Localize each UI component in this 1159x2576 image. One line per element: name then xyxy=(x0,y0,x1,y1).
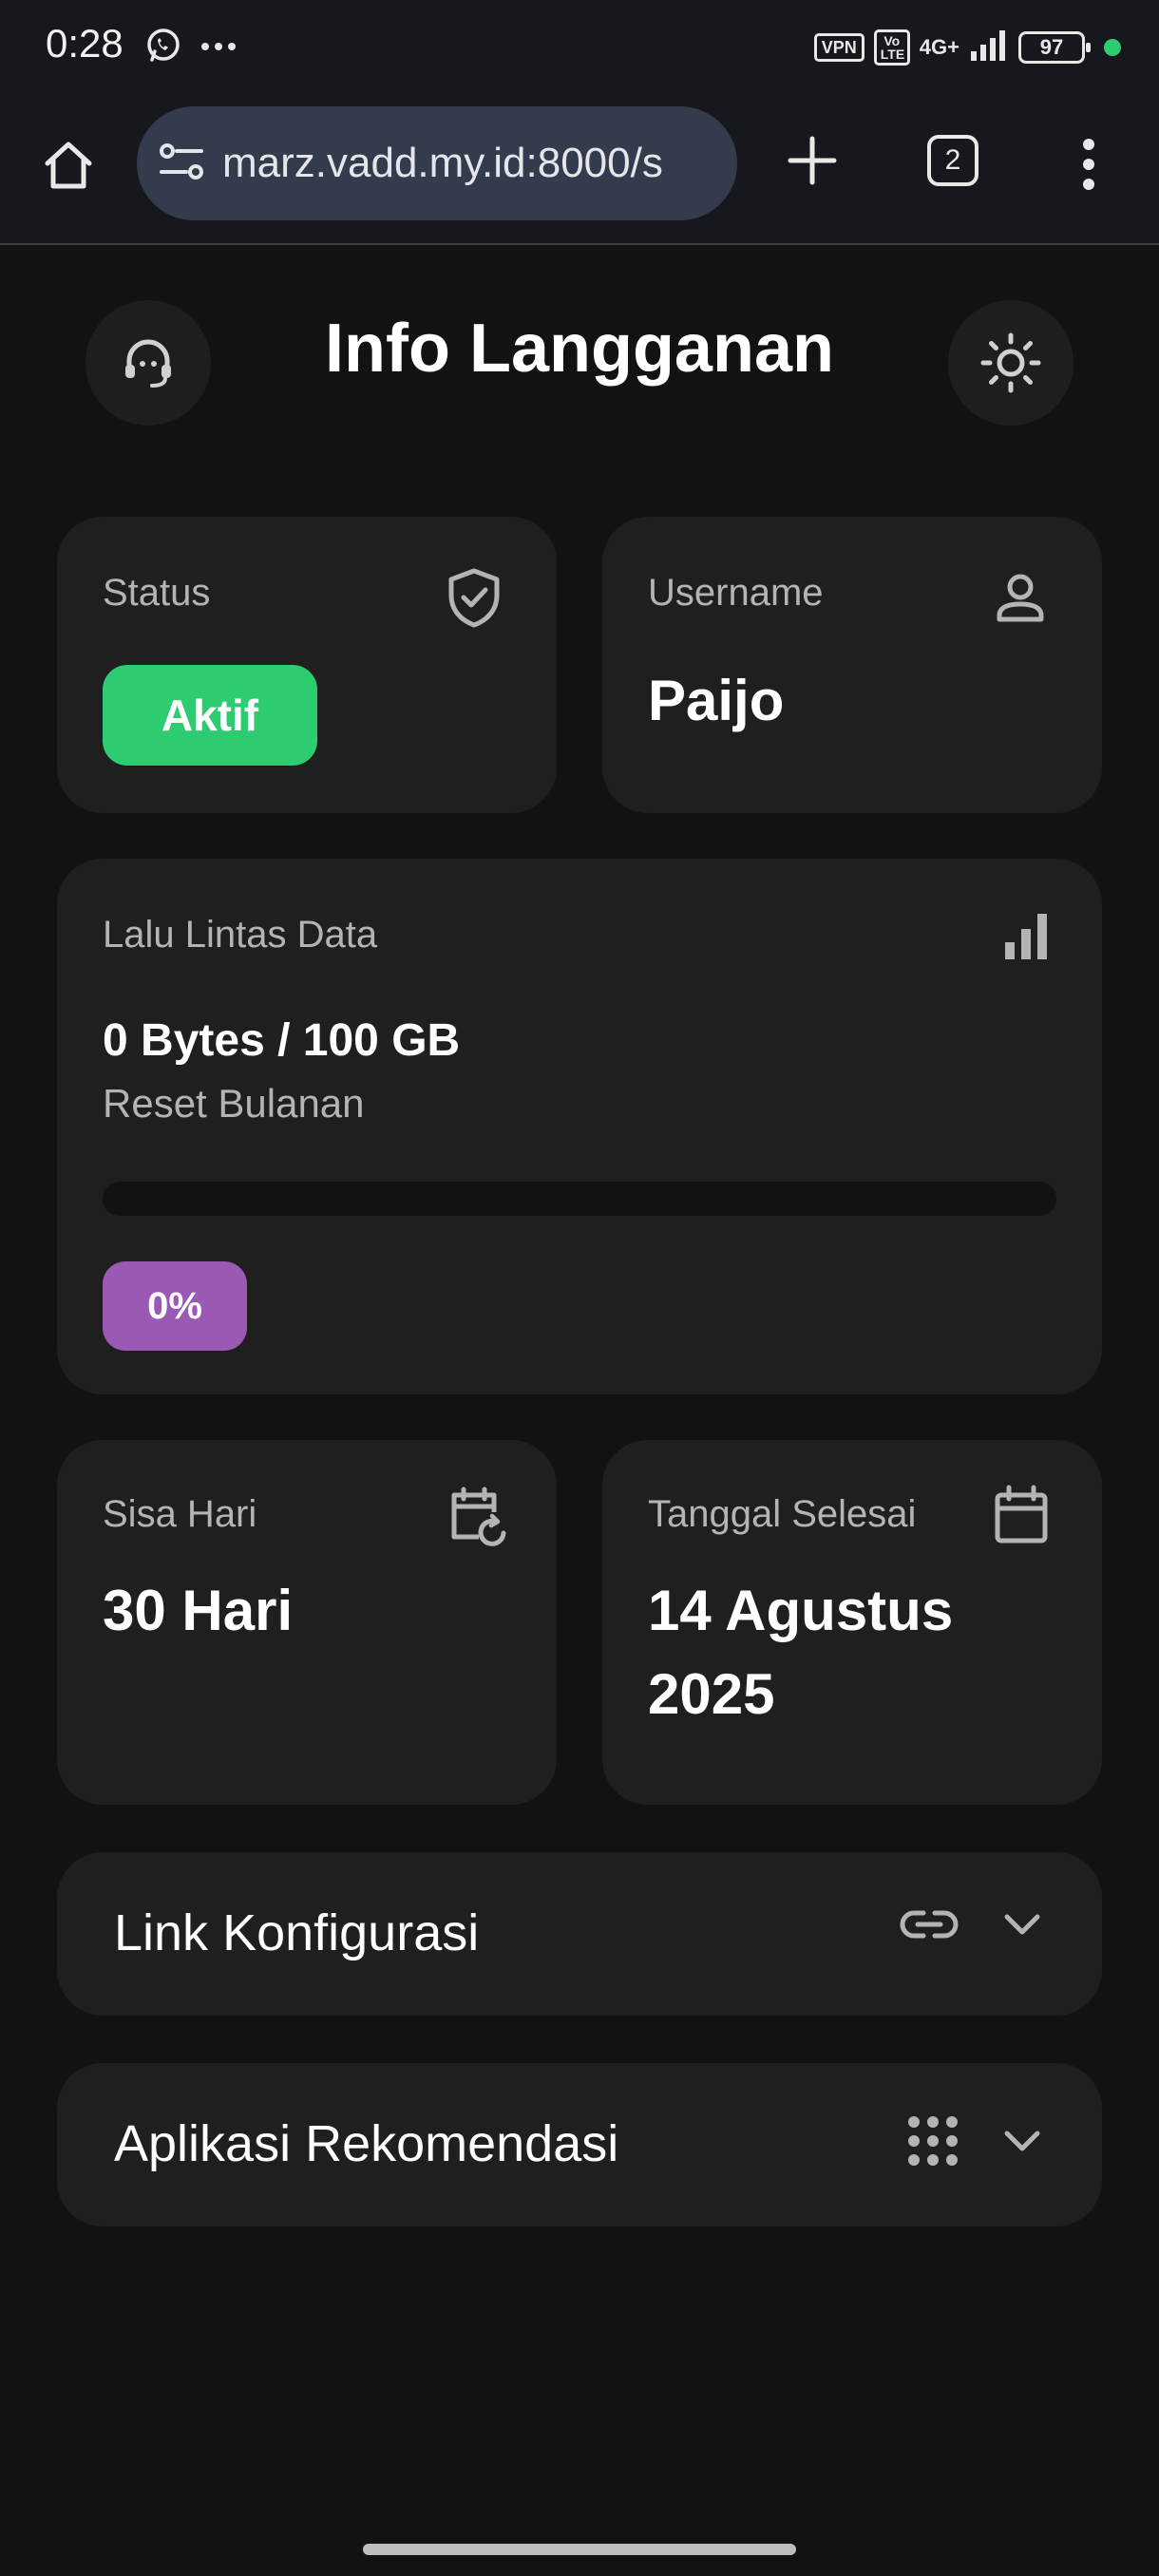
traffic-progress-bar xyxy=(103,1182,1056,1216)
username-label: Username xyxy=(648,572,824,614)
signal-icon xyxy=(969,28,1009,66)
traffic-reset-period: Reset Bulanan xyxy=(103,1081,365,1126)
username-value: Paijo xyxy=(648,669,785,732)
recommended-apps-icons xyxy=(906,2114,1041,2168)
recommended-apps-accordion[interactable]: Aplikasi Rekomendasi xyxy=(57,2063,1102,2226)
system-indicators: VPN Vo LTE 4G+ 97 xyxy=(813,28,1121,66)
user-icon xyxy=(990,566,1051,627)
network-type: 4G+ xyxy=(919,34,960,59)
home-icon xyxy=(45,142,92,189)
traffic-label: Lalu Lintas Data xyxy=(103,914,378,956)
link-icon xyxy=(900,1910,959,1939)
status-label: Status xyxy=(103,572,211,614)
chevron-down-icon[interactable] xyxy=(1003,1911,1041,1938)
bar-chart-icon xyxy=(998,908,1054,965)
address-bar[interactable]: marz.vadd.my.id:8000/s xyxy=(137,106,737,220)
support-agent-icon xyxy=(125,339,171,388)
config-links-accordion[interactable]: Link Konfigurasi xyxy=(57,1852,1102,2016)
gesture-home-indicator[interactable] xyxy=(363,2544,796,2555)
traffic-usage: 0 Bytes / 100 GB xyxy=(103,1015,461,1066)
volte-badge: Vo LTE xyxy=(873,28,910,66)
end-date-value-line2: 2025 xyxy=(648,1662,775,1726)
status-badge: Aktif xyxy=(103,665,317,766)
privacy-indicator-dot xyxy=(1104,38,1121,56)
support-button[interactable] xyxy=(86,300,211,426)
clock-time: 0:28 xyxy=(46,21,124,66)
overflow-menu-icon[interactable] xyxy=(1070,131,1108,198)
shield-check-icon xyxy=(443,566,505,629)
end-date-label: Tanggal Selesai xyxy=(648,1493,917,1535)
config-links-title[interactable]: Link Konfigurasi xyxy=(114,1904,479,1962)
config-links-icons xyxy=(899,1905,1041,1943)
calendar-icon xyxy=(990,1484,1053,1546)
home-button[interactable] xyxy=(34,131,103,199)
end-date-card: Tanggal Selesai 14 Agustus 2025 xyxy=(602,1440,1102,1805)
site-settings-icon[interactable] xyxy=(158,141,205,187)
data-traffic-card: Lalu Lintas Data 0 Bytes / 100 GB Reset … xyxy=(57,859,1102,1394)
theme-toggle-button[interactable] xyxy=(948,300,1074,426)
url-text[interactable]: marz.vadd.my.id:8000/s xyxy=(222,140,663,187)
remaining-days-value: 30 Hari xyxy=(103,1579,294,1642)
system-status-bar: 0:28 VPN Vo LTE 4G+ 97 xyxy=(0,0,1159,99)
chevron-down-icon[interactable] xyxy=(1003,2128,1041,2154)
username-card: Username Paijo xyxy=(602,517,1102,813)
remaining-days-label: Sisa Hari xyxy=(103,1493,257,1535)
browser-toolbar: marz.vadd.my.id:8000/s 2 xyxy=(0,99,1159,245)
battery-indicator: 97 xyxy=(1018,30,1091,64)
remaining-days-card: Sisa Hari 30 Hari xyxy=(57,1440,557,1805)
whatsapp-icon xyxy=(144,27,182,69)
traffic-percent-badge: 0% xyxy=(103,1261,247,1351)
new-tab-button[interactable] xyxy=(779,127,846,194)
vpn-badge: VPN xyxy=(813,32,864,62)
apps-grid-icon xyxy=(908,2116,958,2166)
page-title: Info Langganan xyxy=(325,311,834,387)
status-card: Status Aktif xyxy=(57,517,557,813)
calendar-refresh-icon xyxy=(445,1484,511,1550)
tabs-button[interactable]: 2 xyxy=(927,135,978,186)
recommended-apps-title[interactable]: Aplikasi Rekomendasi xyxy=(114,2114,618,2173)
new-tab-icon xyxy=(788,136,837,185)
more-notifications-icon xyxy=(200,40,238,57)
sun-theme-icon xyxy=(980,332,1041,393)
end-date-value-line1: 14 Agustus xyxy=(648,1579,954,1642)
notification-icons xyxy=(144,27,238,69)
subscription-page: Info Langganan Status Aktif Username Pai… xyxy=(0,247,1159,2576)
